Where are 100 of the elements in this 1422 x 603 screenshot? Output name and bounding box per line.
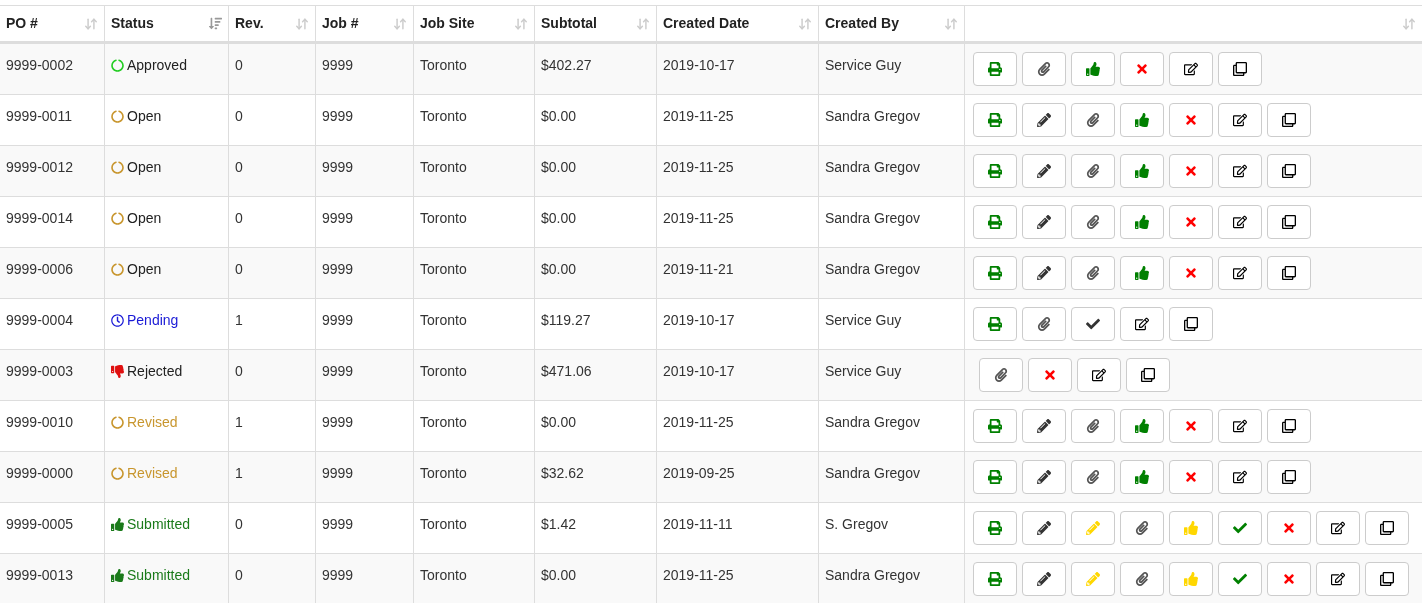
- revision: 1: [235, 465, 243, 481]
- column-header[interactable]: Status: [105, 6, 229, 41]
- note-button[interactable]: [1218, 205, 1262, 239]
- reject-button[interactable]: [1120, 52, 1164, 86]
- column-header[interactable]: Rev.: [229, 6, 316, 41]
- approve-button[interactable]: [1120, 103, 1164, 137]
- attach-button[interactable]: [1120, 511, 1164, 545]
- reject-button[interactable]: [1267, 511, 1311, 545]
- reject-button[interactable]: [1169, 103, 1213, 137]
- note-button[interactable]: [1218, 460, 1262, 494]
- ring-icon: [111, 59, 124, 72]
- job-number: 9999: [322, 210, 354, 226]
- print-button[interactable]: [973, 154, 1017, 188]
- copy-button[interactable]: [1267, 409, 1311, 443]
- note-button[interactable]: [1316, 511, 1360, 545]
- edit-button[interactable]: [1022, 205, 1066, 239]
- thumbs-up-icon: [111, 569, 124, 582]
- created-date: 2019-11-21: [663, 261, 734, 277]
- reject-button[interactable]: [1169, 460, 1213, 494]
- note-button[interactable]: [1169, 52, 1213, 86]
- po-number: 9999-0006: [6, 261, 73, 277]
- attach-button[interactable]: [1022, 52, 1066, 86]
- attach-button[interactable]: [1071, 460, 1115, 494]
- reject-button[interactable]: [1169, 409, 1213, 443]
- subtotal: $0.00: [541, 567, 577, 583]
- attach-button[interactable]: [1071, 256, 1115, 290]
- reject-button[interactable]: [1267, 562, 1311, 596]
- po-number: 9999-0000: [6, 465, 73, 481]
- copy-button[interactable]: [1365, 562, 1409, 596]
- reject-button[interactable]: [1028, 358, 1072, 392]
- approve-button[interactable]: [1120, 205, 1164, 239]
- column-header[interactable]: Job Site: [414, 6, 535, 41]
- job-site: Toronto: [420, 210, 467, 226]
- copy-button[interactable]: [1126, 358, 1170, 392]
- copy-button[interactable]: [1218, 52, 1262, 86]
- attach-button[interactable]: [1071, 409, 1115, 443]
- copy-button[interactable]: [1267, 205, 1311, 239]
- print-button[interactable]: [973, 307, 1017, 341]
- note-button[interactable]: [1077, 358, 1121, 392]
- revision: 0: [235, 210, 243, 226]
- print-button[interactable]: [973, 460, 1017, 494]
- print-button[interactable]: [973, 256, 1017, 290]
- note-button[interactable]: [1316, 562, 1360, 596]
- edit-button[interactable]: [1022, 511, 1066, 545]
- created-by: Sandra Gregov: [825, 567, 920, 583]
- attach-button[interactable]: [1120, 562, 1164, 596]
- edit-button[interactable]: [1022, 154, 1066, 188]
- copy-button[interactable]: [1267, 256, 1311, 290]
- print-button[interactable]: [973, 511, 1017, 545]
- edit-button[interactable]: [1022, 460, 1066, 494]
- edit-button[interactable]: [1022, 409, 1066, 443]
- note-button[interactable]: [1120, 307, 1164, 341]
- attach-button[interactable]: [1071, 154, 1115, 188]
- print-button[interactable]: [973, 52, 1017, 86]
- column-header[interactable]: Created Date: [657, 6, 819, 41]
- reject-button[interactable]: [1169, 205, 1213, 239]
- reject-button[interactable]: [1169, 154, 1213, 188]
- print-button[interactable]: [973, 562, 1017, 596]
- column-header[interactable]: Subtotal: [535, 6, 657, 41]
- copy-button[interactable]: [1267, 154, 1311, 188]
- approve-button[interactable]: [1120, 154, 1164, 188]
- attach-button[interactable]: [1071, 205, 1115, 239]
- approve-button[interactable]: [1120, 409, 1164, 443]
- approve-button[interactable]: [1071, 52, 1115, 86]
- created-date: 2019-11-11: [663, 516, 733, 532]
- sort-icon: [944, 16, 958, 31]
- copy-button[interactable]: [1267, 460, 1311, 494]
- created-by: Sandra Gregov: [825, 108, 920, 124]
- approve-button[interactable]: [1120, 256, 1164, 290]
- note-button[interactable]: [1218, 409, 1262, 443]
- attach-button[interactable]: [1071, 103, 1115, 137]
- status-label: Open: [127, 209, 162, 228]
- created-date: 2019-10-17: [663, 312, 735, 328]
- ring-icon: [111, 212, 124, 225]
- print-button[interactable]: [973, 103, 1017, 137]
- note-button[interactable]: [1218, 154, 1262, 188]
- note-button[interactable]: [1218, 103, 1262, 137]
- note-button[interactable]: [1218, 256, 1262, 290]
- status-label: Revised: [127, 464, 178, 483]
- job-site: Toronto: [420, 414, 467, 430]
- approve-button[interactable]: [1120, 460, 1164, 494]
- created-by: Service Guy: [825, 57, 902, 73]
- attach-button[interactable]: [1022, 307, 1066, 341]
- copy-button[interactable]: [1365, 511, 1409, 545]
- column-label: Rev.: [235, 14, 264, 33]
- edit-button[interactable]: [1022, 562, 1066, 596]
- confirm-button[interactable]: [1071, 307, 1115, 341]
- print-button[interactable]: [973, 205, 1017, 239]
- column-header[interactable]: Job #: [316, 6, 414, 41]
- edit-button[interactable]: [1022, 103, 1066, 137]
- column-header[interactable]: PO #: [0, 6, 105, 41]
- print-button[interactable]: [973, 409, 1017, 443]
- reject-button[interactable]: [1169, 256, 1213, 290]
- edit-button[interactable]: [1022, 256, 1066, 290]
- copy-button[interactable]: [1169, 307, 1213, 341]
- sort-descending-icon: [209, 17, 222, 30]
- status-label: Approved: [127, 56, 187, 75]
- copy-button[interactable]: [1267, 103, 1311, 137]
- column-header[interactable]: Created By: [819, 6, 965, 41]
- attach-button[interactable]: [979, 358, 1023, 392]
